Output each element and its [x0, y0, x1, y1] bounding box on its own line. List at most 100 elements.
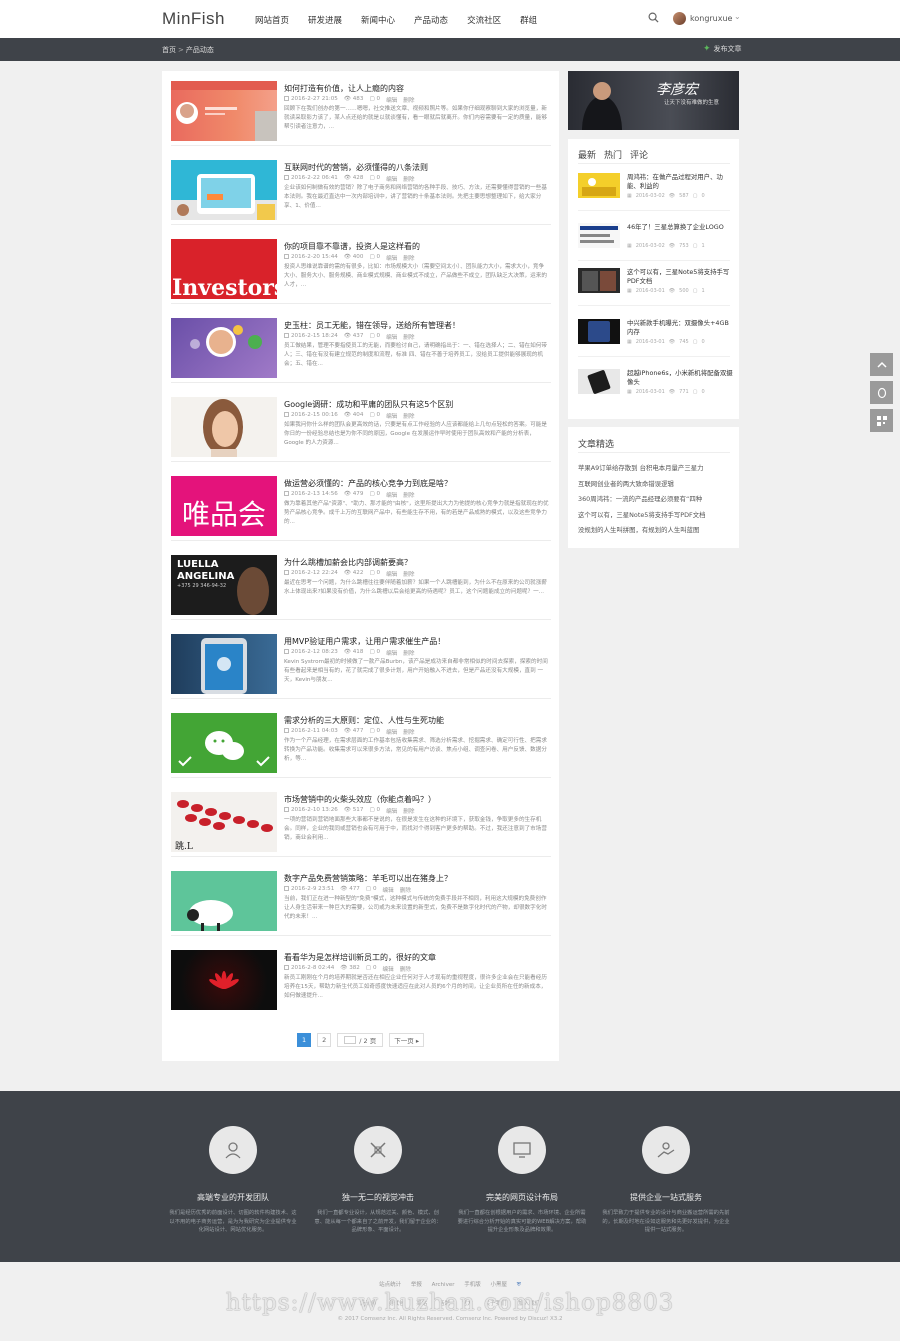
- sidebar-list-item[interactable]: 这个可以有，三星Note5将支持手写PDF文档 ▦ 2016-03-01 👁 500…: [578, 268, 730, 316]
- article-title[interactable]: 做运营必须懂的：产品的核心竞争力到底是啥？: [284, 478, 549, 489]
- sidebar-list-item[interactable]: 周鸿祎：在做产品过程对用户、功能、利益的 ▦ 2016-03-02 👁 587 ▢ 0: [578, 173, 730, 221]
- page-jump[interactable]: / 2 页: [337, 1033, 384, 1047]
- username-label[interactable]: kongruxue: [690, 14, 732, 23]
- site-logo[interactable]: MinFish: [162, 9, 225, 29]
- article-thumbnail[interactable]: [171, 81, 277, 141]
- delete-link[interactable]: 删除: [400, 965, 411, 973]
- tab-comments[interactable]: 评论: [630, 148, 648, 164]
- qq-button[interactable]: [870, 381, 893, 404]
- nav-item-groups[interactable]: 群组: [520, 14, 537, 26]
- nav-item-products[interactable]: 产品动态: [414, 14, 448, 26]
- nav-item-news[interactable]: 新闻中心: [361, 14, 395, 26]
- sidebar-list-item[interactable]: 中兴新款手机曝光：双摄像头+4GB内存 ▦ 2016-03-01 👁 745 ▢ 0: [578, 319, 730, 367]
- delete-link[interactable]: 删除: [403, 807, 414, 815]
- delete-link[interactable]: 删除: [403, 254, 414, 262]
- article-item[interactable]: 看看华为是怎样培训新员工的，很好的文章 2016-2-8 02:44 👁 382…: [171, 940, 551, 1019]
- delete-link[interactable]: 删除: [400, 886, 411, 894]
- edit-link[interactable]: 编辑: [386, 175, 397, 183]
- post-article-button[interactable]: ✦ 发布文章: [703, 44, 742, 54]
- delete-link[interactable]: 删除: [403, 333, 414, 341]
- nav-item-community[interactable]: 交流社区: [467, 14, 501, 26]
- pick-item[interactable]: 没规划的人生叫拼图，有规划的人生叫蓝图: [578, 525, 706, 541]
- sidebar-banner[interactable]: 李彦宏 让天下没有难做的生意: [568, 71, 739, 130]
- article-item[interactable]: 数字产品免费营销策略：羊毛可以出在猪身上？ 2016-2-9 23:51 👁 4…: [171, 861, 551, 940]
- edit-link[interactable]: 编辑: [386, 254, 397, 262]
- tab-latest[interactable]: 最新: [578, 148, 597, 164]
- article-item[interactable]: 唯品会 做运营必须懂的：产品的核心竞争力到底是啥？ 2016-2-13 14:5…: [171, 466, 551, 545]
- user-avatar[interactable]: [673, 12, 686, 25]
- pick-item[interactable]: 360周鸿祎：一流的产品经理必须要有“四种: [578, 494, 706, 510]
- article-thumbnail[interactable]: [171, 160, 277, 220]
- article-title[interactable]: 为什么跳槽加薪会比内部调薪要高？: [284, 557, 549, 568]
- article-thumbnail[interactable]: [171, 871, 277, 931]
- article-item[interactable]: 跳.L 市场营销中的火柴头效应（你能点着吗？） 2016-2-10 13:26 …: [171, 782, 551, 861]
- footer-link[interactable]: 举报: [411, 1282, 422, 1288]
- article-item[interactable]: Google调研：成功和平庸的团队只有这5个区别 2016-2-15 00:16…: [171, 387, 551, 466]
- article-item[interactable]: 如何打造有价值，让人上瘾的内容 2016-2-27 21:05 👁 483 ▢ …: [171, 71, 551, 150]
- pick-item[interactable]: 苹果A9订单给存散到 台积电本月量产三星力: [578, 463, 706, 479]
- article-thumbnail[interactable]: LUELLA ANGELINA +375 29 346-94-32: [171, 555, 277, 615]
- article-thumbnail[interactable]: [171, 318, 277, 378]
- article-title[interactable]: Google调研：成功和平庸的团队只有这5个区别: [284, 399, 549, 410]
- article-thumbnail[interactable]: 跳.L: [171, 792, 277, 852]
- edit-link[interactable]: 编辑: [386, 412, 397, 420]
- qrcode-button[interactable]: [870, 409, 893, 432]
- edit-link[interactable]: 编辑: [386, 96, 397, 104]
- pick-item[interactable]: 互联网创业者的两大致命错误逻辑: [578, 479, 706, 495]
- sidebar-thumbnail[interactable]: [578, 173, 620, 198]
- article-title[interactable]: 需求分析的三大原则：定位、人性与生死功能: [284, 715, 549, 726]
- sidebar-item-title[interactable]: 周鸿祎：在做产品过程对用户、功能、利益的: [627, 173, 733, 192]
- article-title[interactable]: 互联网时代的营销，必须懂得的八条法则: [284, 162, 549, 173]
- sidebar-thumbnail[interactable]: [578, 223, 620, 248]
- article-thumbnail[interactable]: [171, 634, 277, 694]
- edit-link[interactable]: 编辑: [383, 965, 394, 973]
- nav-item-home[interactable]: 网站首页: [255, 14, 289, 26]
- sidebar-item-title[interactable]: 超越iPhone6s，小米新机将配备双摄像头: [627, 369, 733, 388]
- sidebar-thumbnail[interactable]: [578, 369, 620, 394]
- edit-link[interactable]: 编辑: [386, 807, 397, 815]
- breadcrumb-home[interactable]: 首页: [162, 46, 176, 54]
- sidebar-item-title[interactable]: 中兴新款手机曝光：双摄像头+4GB内存: [627, 319, 733, 338]
- delete-link[interactable]: 删除: [403, 649, 414, 657]
- delete-link[interactable]: 删除: [403, 175, 414, 183]
- article-item[interactable]: 需求分析的三大原则：定位、人性与生死功能 2016-2-11 04:03 👁 4…: [171, 703, 551, 782]
- delete-link[interactable]: 删除: [403, 96, 414, 104]
- article-thumbnail[interactable]: [171, 950, 277, 1010]
- article-title[interactable]: 市场营销中的火柴头效应（你能点着吗？）: [284, 794, 549, 805]
- article-title[interactable]: 用MVP验证用户需求，让用户需求催生产品！: [284, 636, 549, 647]
- edit-link[interactable]: 编辑: [386, 333, 397, 341]
- sidebar-item-title[interactable]: 46年了！三星总算换了企业LOGO: [627, 223, 733, 242]
- article-item[interactable]: 互联网时代的营销，必须懂得的八条法则 2016-2-22 06:41 👁 428…: [171, 150, 551, 229]
- article-title[interactable]: 看看华为是怎样培训新员工的，很好的文章: [284, 952, 549, 963]
- article-item[interactable]: 用MVP验证用户需求，让用户需求催生产品！ 2016-2-12 08:23 👁 …: [171, 624, 551, 703]
- sidebar-thumbnail[interactable]: [578, 268, 620, 293]
- delete-link[interactable]: 删除: [403, 728, 414, 736]
- nav-item-research[interactable]: 研发进展: [308, 14, 342, 26]
- tab-hot[interactable]: 热门: [604, 148, 622, 164]
- next-page-button[interactable]: 下一页 ▸: [389, 1033, 425, 1047]
- edit-link[interactable]: 编辑: [386, 570, 397, 578]
- footer-link[interactable]: 手机版: [464, 1282, 481, 1288]
- edit-link[interactable]: 编辑: [386, 491, 397, 499]
- edit-link[interactable]: 编辑: [386, 728, 397, 736]
- sidebar-thumbnail[interactable]: [578, 319, 620, 344]
- back-to-top-button[interactable]: [870, 353, 893, 376]
- search-icon[interactable]: [648, 12, 659, 23]
- delete-link[interactable]: 删除: [403, 491, 414, 499]
- chevron-down-icon[interactable]: ⌄: [734, 12, 741, 21]
- article-title[interactable]: 你的项目靠不靠谱，投资人是这样看的: [284, 241, 549, 252]
- breadcrumb-current[interactable]: 产品动态: [186, 46, 214, 54]
- article-thumbnail[interactable]: [171, 397, 277, 457]
- sidebar-item-title[interactable]: 这个可以有，三星Note5将支持手写PDF文档: [627, 268, 733, 287]
- article-item[interactable]: LUELLA ANGELINA +375 29 346-94-32 为什么跳槽加…: [171, 545, 551, 624]
- article-title[interactable]: 如何打造有价值，让人上瘾的内容: [284, 83, 549, 94]
- delete-link[interactable]: 删除: [403, 570, 414, 578]
- page-2-button[interactable]: 2: [317, 1033, 332, 1047]
- edit-link[interactable]: 编辑: [386, 649, 397, 657]
- footer-link[interactable]: 站点统计: [379, 1282, 401, 1288]
- sidebar-list-item[interactable]: 46年了！三星总算换了企业LOGO ▦ 2016-03-02 👁 753 ▢ 1: [578, 223, 730, 271]
- page-jump-input[interactable]: [344, 1036, 357, 1044]
- edit-link[interactable]: 编辑: [383, 886, 394, 894]
- pick-item[interactable]: 这个可以有，三星Note5将支持手写PDF文档: [578, 510, 706, 526]
- footer-link[interactable]: 小黑屋: [490, 1282, 507, 1288]
